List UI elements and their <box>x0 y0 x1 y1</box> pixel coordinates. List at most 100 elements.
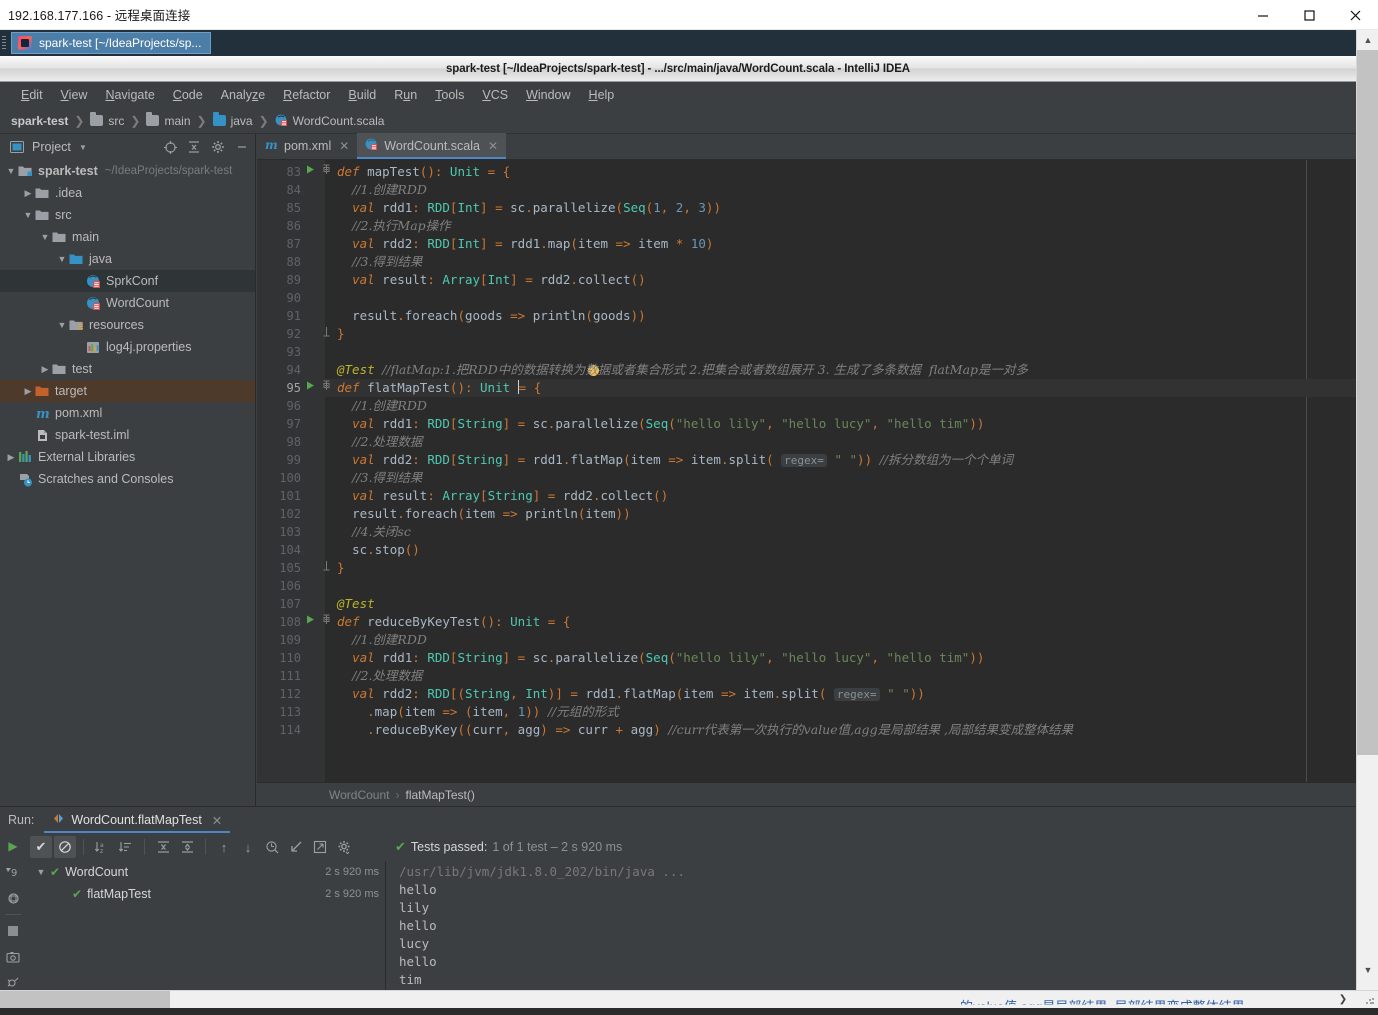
menu-build[interactable]: Build <box>339 85 385 105</box>
line-number[interactable]: 110 <box>257 649 301 667</box>
gear-icon[interactable] <box>209 138 227 156</box>
tree-item-main[interactable]: ▼main <box>0 226 255 248</box>
code-line[interactable]: val rdd1: RDD[String] = sc.parallelize(S… <box>337 649 984 667</box>
code-line[interactable]: //1.创建RDD <box>337 181 427 199</box>
next-failed-test-icon[interactable]: ↓ <box>237 836 259 858</box>
code-line[interactable]: def mapTest(): Unit = { <box>337 163 510 181</box>
tree-item-sprkconf[interactable]: SprkConf <box>0 270 255 292</box>
code-line[interactable]: @Test //flatMap:1.把RDD中的数据转换为数据或者集合形式 2.… <box>337 361 1028 379</box>
collapse-all-icon[interactable] <box>176 836 198 858</box>
tree-item-scratches-and-consoles[interactable]: Scratches and Consoles <box>0 468 255 490</box>
code-editor[interactable]: 83def mapTest(): Unit = {84 //1.创建RDD85 … <box>257 160 1356 782</box>
twisty-collapsed-icon[interactable]: ▶ <box>4 452 18 463</box>
breadcrumb-project[interactable]: spark-test <box>6 112 73 130</box>
code-line[interactable]: sc.stop() <box>337 541 420 559</box>
line-number[interactable]: 95 <box>257 379 301 397</box>
test-row[interactable]: ▼✔WordCount2 s 920 ms <box>26 861 385 883</box>
menu-analyze[interactable]: Analyze <box>212 85 274 105</box>
menu-window[interactable]: Window <box>517 85 579 105</box>
fold-region-end-icon[interactable] <box>320 559 332 577</box>
debug-icon[interactable]: 9 <box>0 859 26 885</box>
twisty-collapsed-icon[interactable]: ▶ <box>21 188 35 199</box>
breadcrumb-java[interactable]: java <box>208 112 258 130</box>
code-line[interactable]: } <box>337 559 345 577</box>
line-number[interactable]: 83 <box>257 163 301 181</box>
twisty-expanded-icon[interactable]: ▼ <box>21 210 35 220</box>
line-number[interactable]: 105 <box>257 559 301 577</box>
line-number[interactable]: 102 <box>257 505 301 523</box>
run-test-gutter-icon[interactable] <box>305 163 317 181</box>
line-number[interactable]: 97 <box>257 415 301 433</box>
tree-item-external-libraries[interactable]: ▶External Libraries <box>0 446 255 468</box>
menu-edit[interactable]: Edit <box>12 85 52 105</box>
code-line[interactable]: result.foreach(goods => println(goods)) <box>337 307 646 325</box>
line-number[interactable]: 94 <box>257 361 301 379</box>
sort-alphabetically-icon[interactable]: az <box>91 836 113 858</box>
rdp-vertical-scrollbar[interactable]: ▲ ▼ <box>1356 30 1378 990</box>
breadcrumb-method[interactable]: flatMapTest() <box>405 788 474 802</box>
line-number[interactable]: 100 <box>257 469 301 487</box>
code-line[interactable]: def reduceByKeyTest(): Unit = { <box>337 613 570 631</box>
code-line[interactable]: val rdd2: RDD[String] = rdd1.flatMap(ite… <box>337 451 1013 470</box>
code-line[interactable]: //1.创建RDD <box>337 631 427 649</box>
run-icon[interactable]: ▶ <box>0 833 26 859</box>
test-results-tree[interactable]: ▼✔WordCount2 s 920 ms✔flatMapTest2 s 920… <box>26 861 386 997</box>
fold-region-end-icon[interactable] <box>320 325 332 343</box>
run-test-gutter-icon[interactable] <box>305 379 317 397</box>
editor-tab-wordcount-scala[interactable]: WordCount.scala ✕ <box>357 133 506 159</box>
menu-refactor[interactable]: Refactor <box>274 85 339 105</box>
twisty-expanded-icon[interactable]: ▼ <box>55 254 69 264</box>
expand-all-icon[interactable] <box>152 836 174 858</box>
tree-item-src[interactable]: ▼src <box>0 204 255 226</box>
menu-run[interactable]: Run <box>385 85 426 105</box>
line-number[interactable]: 104 <box>257 541 301 559</box>
code-line[interactable]: //1.创建RDD <box>337 397 427 415</box>
breadcrumb-src[interactable]: src <box>85 112 129 130</box>
scroll-down-icon[interactable]: ▼ <box>1357 960 1378 980</box>
code-line[interactable]: val rdd1: RDD[Int] = sc.parallelize(Seq(… <box>337 199 721 217</box>
code-line[interactable]: .reduceByKey((curr, agg) => curr + agg) … <box>337 721 1073 739</box>
tree-item-pom-xml[interactable]: mpom.xml <box>0 402 255 424</box>
track-running-test-icon[interactable] <box>261 836 283 858</box>
line-number[interactable]: 108 <box>257 613 301 631</box>
sort-by-duration-icon[interactable] <box>115 836 137 858</box>
code-line[interactable]: //2.执行Map操作 <box>337 217 451 235</box>
line-number[interactable]: 99 <box>257 451 301 469</box>
close-tab-icon[interactable]: ✕ <box>212 813 222 828</box>
close-tab-icon[interactable]: ✕ <box>339 139 349 153</box>
rerun-failed-icon[interactable] <box>0 885 26 911</box>
project-tree[interactable]: ▼spark-test~/IdeaProjects/spark-test▶.id… <box>0 160 255 806</box>
hide-panel-icon[interactable] <box>233 138 251 156</box>
line-number[interactable]: 96 <box>257 397 301 415</box>
code-line[interactable]: val rdd1: RDD[String] = sc.parallelize(S… <box>337 415 984 433</box>
tree-item--idea[interactable]: ▶.idea <box>0 182 255 204</box>
line-number[interactable]: 88 <box>257 253 301 271</box>
code-line[interactable]: } <box>337 325 345 343</box>
code-line[interactable]: .map(item => (item, 1)) //元组的形式 <box>337 703 619 721</box>
console-output[interactable]: /usr/lib/jvm/jdk1.8.0_202/bin/java ...he… <box>387 861 1356 997</box>
run-test-gutter-icon[interactable] <box>305 613 317 631</box>
line-number[interactable]: 111 <box>257 667 301 685</box>
twisty-expanded-icon[interactable]: ▼ <box>55 320 69 330</box>
menu-navigate[interactable]: Navigate <box>96 85 163 105</box>
rdp-vscroll-thumb[interactable] <box>1357 50 1378 755</box>
line-number[interactable]: 87 <box>257 235 301 253</box>
code-line[interactable]: //4.关闭sc <box>337 523 411 541</box>
maximize-icon[interactable] <box>1286 0 1332 30</box>
twisty-collapsed-icon[interactable]: ▶ <box>38 364 52 375</box>
code-line[interactable]: val result: Array[String] = rdd2.collect… <box>337 487 668 505</box>
menu-help[interactable]: Help <box>580 85 624 105</box>
run-tab[interactable]: WordCount.flatMapTest ✕ <box>44 807 230 833</box>
line-number[interactable]: 85 <box>257 199 301 217</box>
fold-region-start-icon[interactable] <box>320 163 332 181</box>
previous-failed-test-icon[interactable]: ↑ <box>213 836 235 858</box>
line-number[interactable]: 106 <box>257 577 301 595</box>
menu-view[interactable]: View <box>52 85 97 105</box>
line-number[interactable]: 112 <box>257 685 301 703</box>
line-number[interactable]: 98 <box>257 433 301 451</box>
line-number[interactable]: 113 <box>257 703 301 721</box>
show-ignored-icon[interactable] <box>54 836 76 858</box>
code-line[interactable]: //2.处理数据 <box>337 433 422 451</box>
resize-grip-icon[interactable] <box>1365 995 1375 1005</box>
line-number[interactable]: 107 <box>257 595 301 613</box>
